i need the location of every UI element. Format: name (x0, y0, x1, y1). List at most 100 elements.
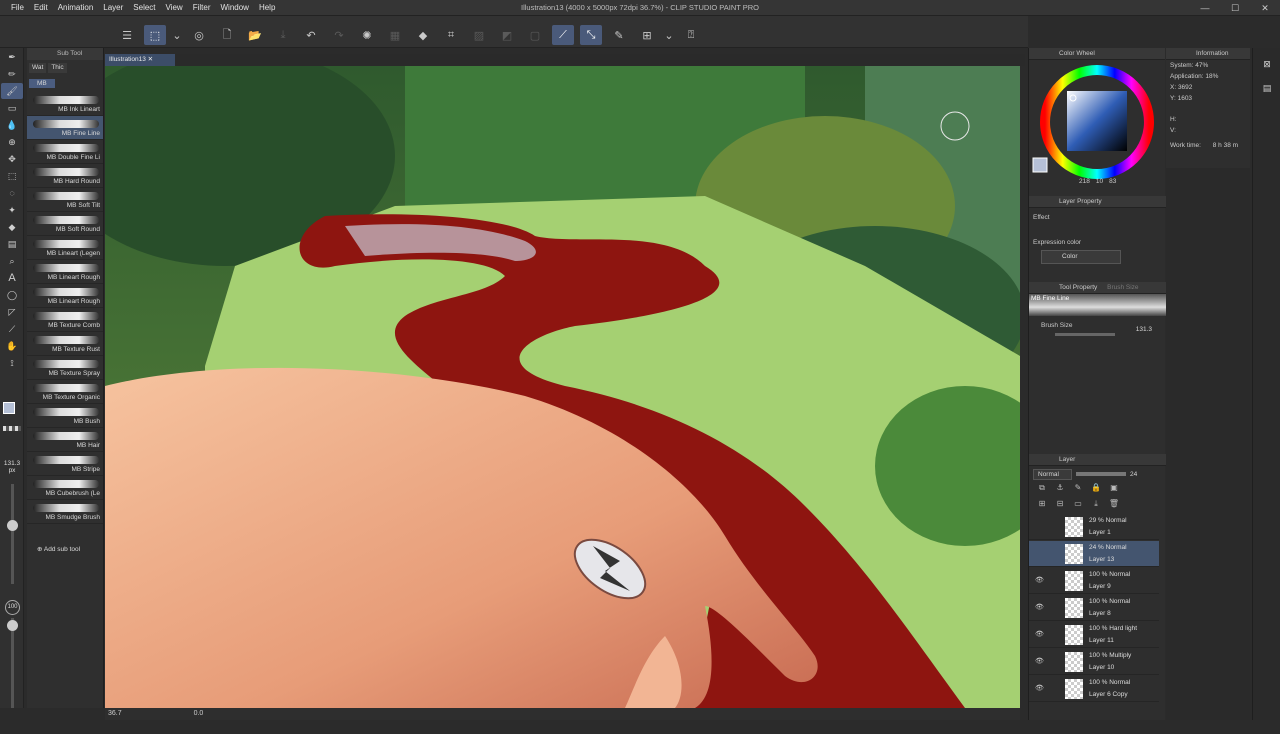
move-tool-icon[interactable]: ✥ (1, 151, 23, 167)
eye-icon[interactable]: 👁 (1035, 684, 1044, 692)
open-file-icon[interactable]: 📂 (244, 25, 266, 45)
brush-item[interactable]: MB Double Fine Li (27, 140, 103, 164)
brush-size-bar[interactable] (1055, 333, 1115, 336)
brush-item[interactable]: MB Texture Organic (27, 380, 103, 404)
eye-icon[interactable]: 👁 (1035, 603, 1044, 611)
menu-window[interactable]: Window (216, 0, 254, 16)
pen-tool-icon[interactable]: ✒ (1, 49, 23, 65)
layer-row[interactable]: 👁 100 % Normal Layer 8 (1029, 595, 1159, 621)
saturation-value[interactable]: 10 (1096, 178, 1103, 185)
brush-item[interactable]: MB Lineart Rough (27, 284, 103, 308)
tool-property-tab-brush-size[interactable]: Brush Size (1107, 284, 1138, 291)
minimize-button[interactable]: — (1190, 0, 1220, 16)
hue-value[interactable]: 218 (1079, 178, 1090, 185)
sub-tool-tab-thic[interactable]: Thic (48, 63, 67, 73)
text-tool-icon[interactable]: A (1, 270, 23, 286)
snap-special-ruler-icon[interactable]: ⤡ (580, 25, 602, 45)
layer-opacity-value[interactable]: 24 (1130, 471, 1137, 478)
mask-icon[interactable]: ▣ (1105, 482, 1123, 494)
merge-down-icon[interactable]: ⤓ (1087, 498, 1105, 510)
brush-item[interactable]: MB Texture Rust (27, 332, 103, 356)
brush-item[interactable]: MB Lineart (Legen (27, 236, 103, 260)
layer-opacity-slider[interactable] (1075, 472, 1126, 476)
chevron-down-icon[interactable]: ⌄ (664, 25, 674, 45)
brush-item[interactable]: MB Lineart Rough (27, 260, 103, 284)
eye-icon[interactable]: 👁 (1035, 657, 1044, 665)
menu-icon[interactable]: ☰ (116, 25, 138, 45)
document-tab[interactable]: Illustration13 ✕ (105, 54, 175, 66)
brush-item[interactable]: MB Smudge Brush (27, 500, 103, 524)
selection-tool-icon[interactable]: ⬚ (144, 25, 166, 45)
close-tab-icon[interactable]: ✕ (148, 56, 153, 63)
transform-icon[interactable]: ⊞ (636, 25, 658, 45)
brush-size-slider-handle[interactable] (7, 520, 18, 531)
delete-layer-icon[interactable]: 🗑 (1105, 498, 1123, 510)
snap-ruler-icon[interactable]: ⟋ (552, 25, 574, 45)
lasso-tool-icon[interactable]: ◌ (1, 185, 23, 201)
brush-item[interactable]: MB Soft Round (27, 212, 103, 236)
fill-tool-icon[interactable]: ◆ (1, 219, 23, 235)
brush-size-field[interactable]: 131.3 (1136, 326, 1152, 333)
spinner-icon[interactable]: ✺ (356, 25, 378, 45)
new-file-icon[interactable]: 🗋 (216, 25, 238, 45)
brush-item[interactable]: MB Texture Spray (27, 356, 103, 380)
eye-icon[interactable]: 👁 (1035, 576, 1044, 584)
brush-item[interactable]: MB Texture Comb (27, 308, 103, 332)
brush-item[interactable]: MB Hard Round (27, 164, 103, 188)
frame-tool-icon[interactable]: ◸ (1, 304, 23, 320)
tool-property-title[interactable]: Tool Property (1059, 284, 1097, 291)
add-sub-tool-button[interactable]: ⊕ Add sub tool (37, 545, 80, 553)
transform-tool-icon[interactable]: ⬚ (1, 168, 23, 184)
layer-row[interactable]: 👁 100 % Multiply Layer 10 (1029, 649, 1159, 675)
reference-icon[interactable]: ⚓ (1051, 482, 1069, 494)
balloon-tool-icon[interactable]: ◯ (1, 287, 23, 303)
brush-item[interactable]: MB Soft Tilt (27, 188, 103, 212)
eraser-tool-icon[interactable]: ▭ (1, 100, 23, 116)
menu-filter[interactable]: Filter (188, 0, 216, 16)
wand-tool-icon[interactable]: ✦ (1, 202, 23, 218)
save-icon[interactable]: ⤓ (272, 25, 294, 45)
main-color-swatch[interactable] (3, 402, 15, 414)
smartphone-icon[interactable]: ⍰ (680, 25, 702, 45)
lock-icon[interactable]: 🔒 (1087, 482, 1105, 494)
menu-file[interactable]: File (6, 0, 29, 16)
expression-color-dropdown[interactable]: Color (1041, 250, 1121, 264)
layer-row[interactable]: 24 % Normal Layer 13 (1029, 541, 1159, 567)
clear-icon[interactable]: ▦ (384, 25, 406, 45)
transparent-swatch[interactable] (3, 426, 21, 431)
menu-layer[interactable]: Layer (98, 0, 128, 16)
new-vector-layer-icon[interactable]: ⊟ (1051, 498, 1069, 510)
eyedrop2-tool-icon[interactable]: ⟟ (1, 355, 23, 371)
ruler-tool-icon[interactable]: ⟋ (1, 321, 23, 337)
redo-icon[interactable]: ↷ (328, 25, 350, 45)
pencil-tool-icon[interactable]: ✏ (1, 66, 23, 82)
value-value[interactable]: 83 (1109, 178, 1116, 185)
panel-layout-icon[interactable]: ▤ (1256, 80, 1278, 96)
menu-help[interactable]: Help (254, 0, 280, 16)
eyedropper-tool-icon[interactable]: ⌕ (1, 253, 23, 269)
deselect-icon[interactable]: ▨ (468, 25, 490, 45)
global-icon[interactable]: ◎ (188, 25, 210, 45)
menu-animation[interactable]: Animation (53, 0, 99, 16)
blend-mode-dropdown[interactable]: Normal (1033, 468, 1072, 480)
brush-size-slider[interactable] (11, 484, 14, 584)
chevron-down-icon[interactable]: ⌄ (172, 25, 182, 45)
brush-item[interactable]: MB Stripe (27, 452, 103, 476)
brush-item[interactable]: MB Ink Lineart (27, 92, 103, 116)
layer-row[interactable]: 👁 100 % Hard light Layer 11 (1029, 622, 1159, 648)
opacity-slider-handle[interactable] (7, 620, 18, 631)
pen-icon[interactable]: ✎ (608, 25, 630, 45)
frame-icon[interactable]: ▢ (524, 25, 546, 45)
undo-icon[interactable]: ↶ (300, 25, 322, 45)
sub-tool-tab-wat[interactable]: Wat (29, 63, 47, 73)
drawing-canvas[interactable] (105, 66, 1020, 708)
eye-icon[interactable]: 👁 (1035, 630, 1044, 638)
fill-icon[interactable]: ◆ (412, 25, 434, 45)
crop-icon[interactable]: ⌗ (440, 25, 462, 45)
menu-edit[interactable]: Edit (29, 0, 53, 16)
draft-icon[interactable]: ✎ (1069, 482, 1087, 494)
brush-item[interactable]: MB Bush (27, 404, 103, 428)
layer-row[interactable]: 29 % Normal Layer 1 (1029, 514, 1159, 540)
color-wheel[interactable] (1029, 60, 1166, 186)
hand-tool-icon[interactable]: ✋ (1, 338, 23, 354)
